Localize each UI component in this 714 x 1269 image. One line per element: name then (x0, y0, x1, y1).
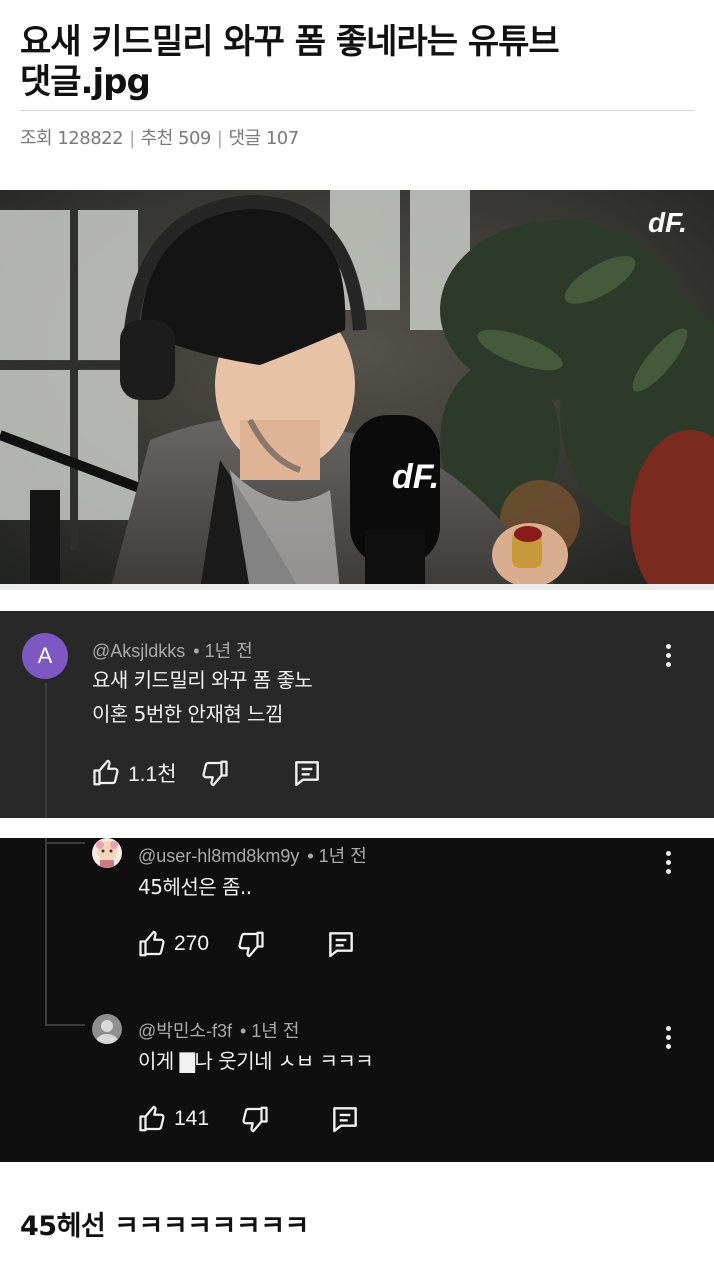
post-title-line2: 댓글.jpg (20, 62, 151, 102)
reply-author[interactable]: @user-hl8md8km9y • 1년 전 (138, 842, 367, 868)
dislike-icon (201, 760, 228, 787)
like-icon (139, 930, 165, 957)
comments-count: 107 (265, 128, 299, 149)
views-count: 128822 (57, 128, 124, 149)
replies-panel: @user-hl8md8km9y • 1년 전 45헤선은 좀.. 270 @박민… (0, 838, 714, 1162)
reply-time: • 1년 전 (307, 846, 367, 866)
post-body-text: 45헤선 ㅋㅋㅋㅋㅋㅋㅋㅋ (20, 1211, 309, 1242)
thread-line (45, 838, 47, 1026)
comments-label: 댓글 (228, 128, 261, 149)
like-button[interactable]: 270 (138, 929, 209, 959)
dislike-button[interactable] (199, 758, 229, 788)
reply-button[interactable] (325, 928, 357, 960)
post-title: 요새 키드밀리 와꾸 폼 좋네라는 유튜브 댓글.jpg (20, 14, 695, 102)
avatar[interactable]: A (22, 633, 68, 679)
mic-logo: dF. (392, 458, 439, 496)
dislike-button[interactable] (239, 1104, 269, 1134)
reply-text: 45헤선은 좀.. (138, 875, 252, 899)
recommend-label: 추천 (140, 128, 174, 149)
reply-time: • 1년 전 (239, 1021, 300, 1041)
avatar-letter: A (37, 643, 53, 668)
avatar-illustration (96, 841, 118, 868)
reply-button[interactable] (329, 1103, 361, 1135)
post-header: 요새 키드밀리 와꾸 폼 좋네라는 유튜브 댓글.jpg (20, 14, 695, 102)
views-label: 조회 (20, 128, 53, 149)
comment-author[interactable]: @Aksjldkks • 1년 전 (92, 637, 253, 663)
reply-author[interactable]: @박민소-f3f • 1년 전 (138, 1017, 299, 1043)
like-button[interactable]: 1.1천 (92, 758, 177, 788)
dislike-button[interactable] (235, 929, 265, 959)
thread-line (45, 683, 47, 818)
more-icon[interactable] (658, 848, 678, 878)
watermark-logo: dF. (648, 207, 687, 238)
comment-panel-main: A @Aksjldkks • 1년 전 요새 키드밀리 와꾸 폼 좋노 이혼 5번… (0, 611, 714, 818)
dislike-icon (238, 931, 264, 958)
video-scene: dF. dF. (0, 190, 714, 590)
reply-text: 이게 ▇나 웃기네 ㅅㅂ ㅋㅋㅋ (138, 1049, 374, 1073)
like-count: 1.1천 (128, 763, 177, 786)
reply-actions: 141 (138, 1103, 361, 1135)
reply-icon (333, 1107, 357, 1133)
reply-handle[interactable]: @박민소-f3f (138, 1021, 232, 1041)
comment-actions: 1.1천 (92, 757, 323, 789)
more-icon[interactable] (658, 641, 678, 671)
comment-line-1: 요새 키드밀리 와꾸 폼 좋노 (92, 668, 313, 692)
dislike-icon (242, 1106, 268, 1133)
post-meta: 조회 128822 | 추천 509 | 댓글 107 (20, 128, 299, 149)
thread-branch (45, 842, 85, 844)
recommend-count: 509 (178, 128, 211, 149)
comment-line-2: 이혼 5번한 안재현 느낌 (92, 702, 283, 726)
video-thumbnail[interactable]: dF. dF. (0, 190, 714, 590)
like-button[interactable]: 141 (138, 1104, 209, 1134)
more-icon[interactable] (658, 1023, 678, 1053)
like-icon (93, 759, 119, 786)
comment-text: 요새 키드밀리 와꾸 폼 좋노 이혼 5번한 안재현 느낌 (92, 663, 313, 731)
like-count: 270 (174, 932, 210, 955)
reply-icon (294, 761, 319, 787)
thread-branch (45, 1024, 85, 1026)
post-title-line1: 요새 키드밀리 와꾸 폼 좋네라는 유튜브 (20, 22, 560, 62)
reply-button[interactable] (291, 757, 323, 789)
reply-icon (329, 932, 353, 958)
title-divider (20, 110, 695, 111)
reply-handle[interactable]: @user-hl8md8km9y (138, 846, 299, 866)
avatar[interactable] (92, 1014, 122, 1044)
comment-time: • 1년 전 (193, 641, 253, 661)
avatar[interactable] (92, 838, 122, 868)
like-icon (139, 1105, 165, 1132)
video-bottom-edge (0, 584, 714, 590)
default-avatar-icon (96, 1020, 118, 1044)
like-count: 141 (174, 1107, 210, 1130)
reply-actions: 270 (138, 928, 357, 960)
author-handle[interactable]: @Aksjldkks (92, 641, 185, 661)
